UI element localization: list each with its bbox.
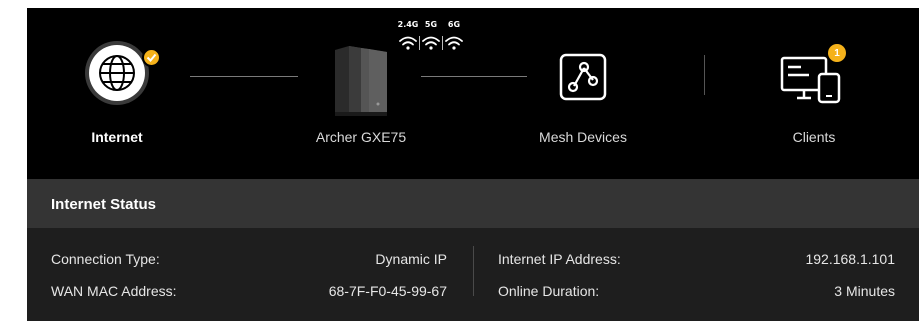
node-divider: [704, 55, 705, 95]
connected-check-icon: [142, 48, 161, 67]
wifi-6g-icon[interactable]: [443, 35, 465, 51]
online-duration-value: 3 Minutes: [834, 283, 895, 299]
wan-mac-value: 68-7F-F0-45-99-67: [328, 283, 447, 299]
online-duration-label: Online Duration:: [498, 283, 600, 299]
band-5g-label: 5G: [424, 20, 438, 29]
wifi-2-4g-icon[interactable]: [397, 35, 419, 51]
internet-label: Internet: [91, 129, 143, 145]
globe-icon: [89, 45, 145, 101]
wifi-5g-icon[interactable]: [420, 35, 442, 51]
mesh-devices-node-button[interactable]: [558, 52, 608, 102]
clients-label: Clients: [792, 129, 836, 145]
band-6g-label: 6G: [447, 20, 461, 29]
internet-ip-value: 192.168.1.101: [805, 251, 895, 267]
connection-type-label: Connection Type:: [51, 251, 160, 267]
band-2-4g-label: 2.4G: [397, 20, 419, 29]
internet-node-button[interactable]: [85, 41, 149, 105]
network-map-panel: Internet Archer GXE75 2.4G 5G 6G Mesh De…: [27, 8, 919, 321]
internet-status-title: Internet Status: [27, 180, 919, 228]
clients-node-button[interactable]: [779, 54, 847, 108]
internet-status-panel: Internet Status Connection Type: Dynamic…: [27, 179, 919, 321]
client-count-badge: 1: [828, 44, 846, 62]
internet-ip-label: Internet IP Address:: [498, 251, 621, 267]
column-divider: [473, 246, 474, 296]
link-line-internet-router: [190, 76, 298, 77]
router-model-label: Archer GXE75: [315, 129, 407, 145]
router-node-button[interactable]: [327, 46, 395, 116]
wan-mac-label: WAN MAC Address:: [51, 283, 177, 299]
link-line-router-mesh: [421, 76, 527, 77]
mesh-devices-label: Mesh Devices: [539, 129, 627, 145]
connection-type-value: Dynamic IP: [375, 251, 447, 267]
